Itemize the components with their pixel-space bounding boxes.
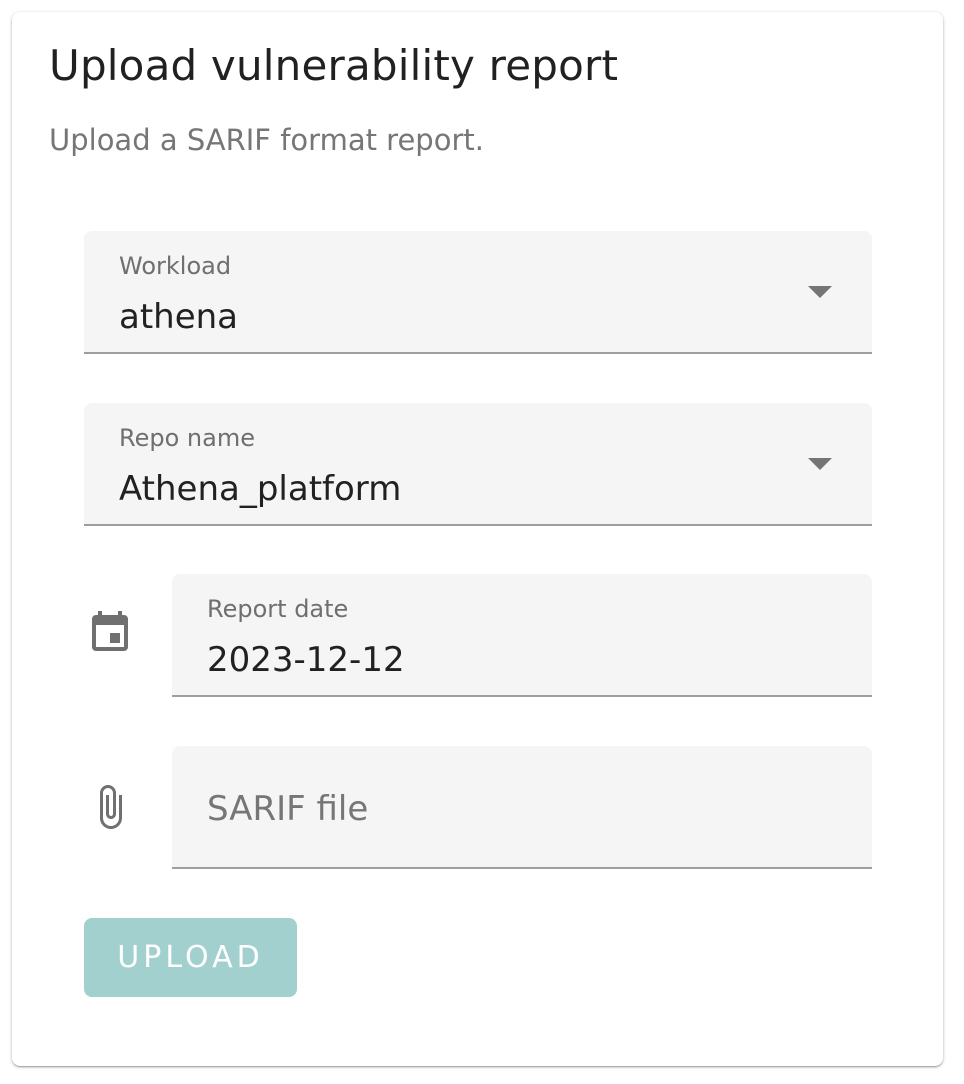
report-date-value: 2023-12-12 — [207, 640, 405, 680]
chevron-down-icon[interactable] — [808, 458, 832, 470]
workload-label: Workload — [119, 252, 232, 280]
card-subtitle: Upload a SARIF format report. — [49, 123, 484, 157]
report-date-field[interactable]: Report date 2023-12-12 — [172, 574, 872, 697]
upload-button[interactable]: UPLOAD — [84, 918, 297, 997]
repo-name-select[interactable]: Repo name Athena_platform — [84, 403, 872, 526]
workload-select[interactable]: Workload athena — [84, 231, 872, 354]
report-date-label: Report date — [207, 595, 349, 623]
paperclip-icon[interactable] — [86, 783, 134, 831]
sarif-file-placeholder: SARIF file — [207, 789, 369, 829]
calendar-icon[interactable] — [86, 609, 134, 657]
card-title: Upload vulnerability report — [49, 41, 619, 90]
sarif-file-field[interactable]: SARIF file — [172, 746, 872, 869]
repo-name-label: Repo name — [119, 424, 255, 452]
repo-name-value: Athena_platform — [119, 469, 402, 509]
chevron-down-icon[interactable] — [808, 286, 832, 298]
upload-report-card: Upload vulnerability report Upload a SAR… — [12, 12, 943, 1066]
workload-value: athena — [119, 297, 239, 337]
